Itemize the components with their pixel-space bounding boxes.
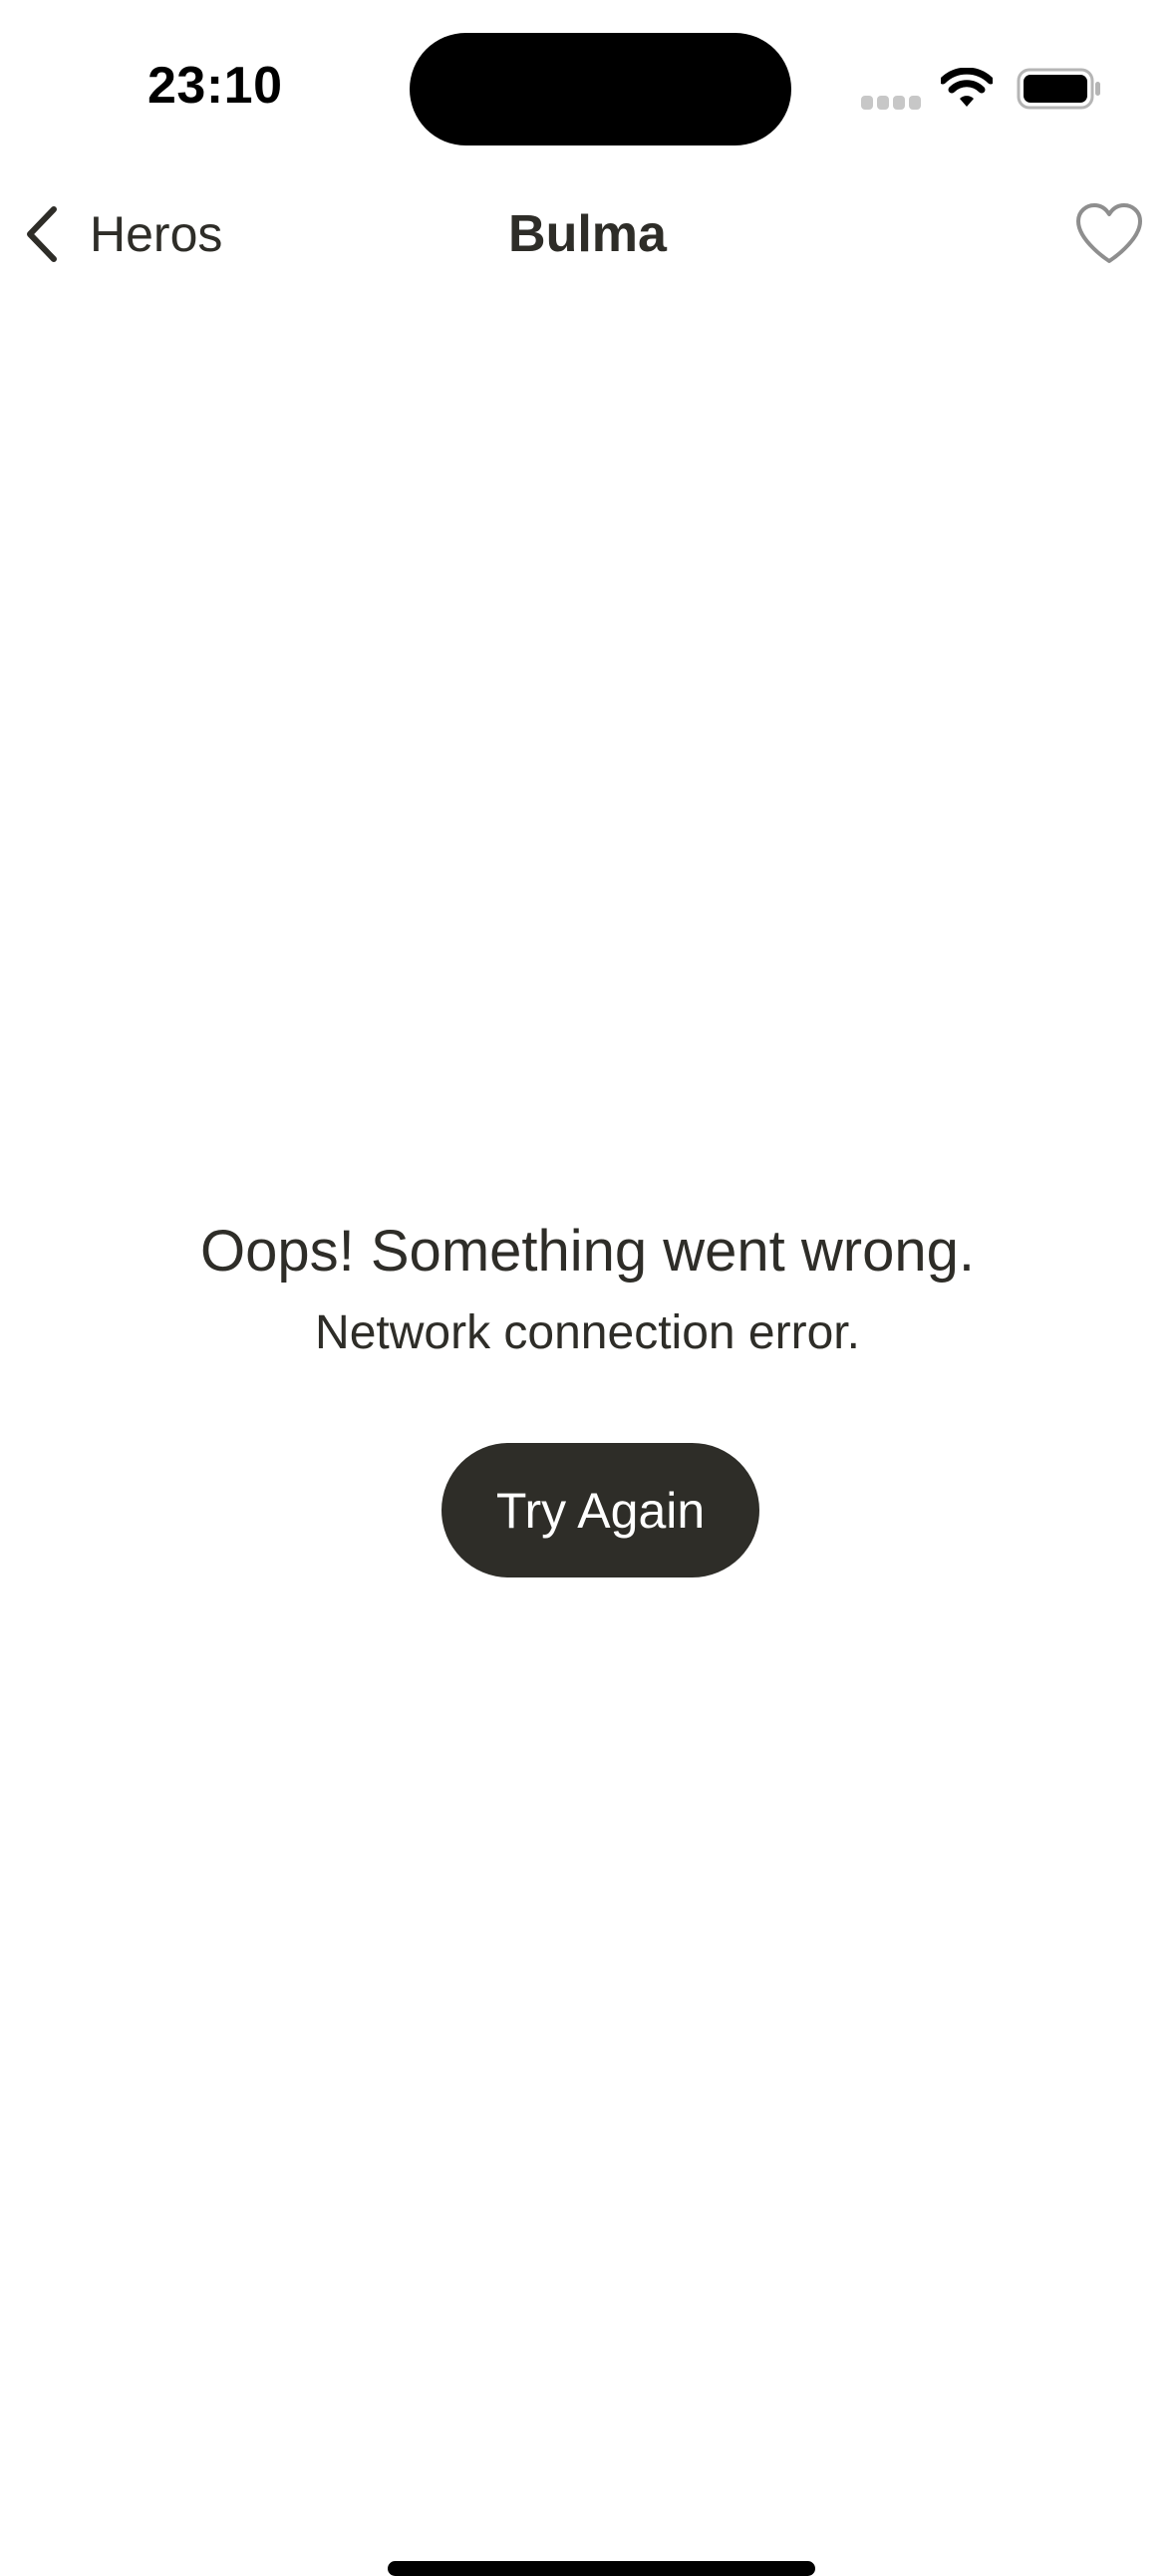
wifi-icon xyxy=(941,68,993,107)
status-time: 23:10 xyxy=(147,57,283,115)
battery-icon xyxy=(1017,68,1100,110)
favorite-button[interactable] xyxy=(1074,201,1144,267)
dynamic-island xyxy=(410,33,791,145)
navigation-bar: Heros Bulma xyxy=(0,179,1175,289)
try-again-button[interactable]: Try Again xyxy=(441,1443,759,1577)
page-title: Bulma xyxy=(508,205,667,263)
heart-outline-icon xyxy=(1076,203,1142,263)
error-title: Oops! Something went wrong. xyxy=(200,1219,975,1284)
home-indicator xyxy=(388,2561,815,2576)
cellular-signal-icon xyxy=(861,96,921,110)
error-message: Network connection error. xyxy=(315,1306,860,1359)
status-bar: 23:10 xyxy=(0,0,1175,179)
